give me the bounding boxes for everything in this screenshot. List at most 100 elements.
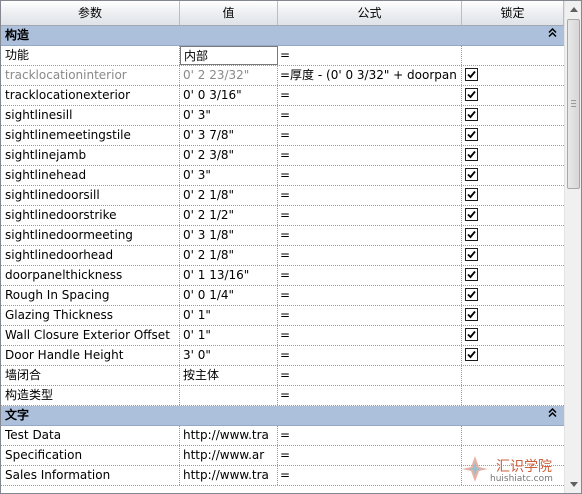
parameter-formula[interactable]: = [278,186,462,205]
parameter-lock-cell[interactable] [462,106,564,125]
parameter-value[interactable]: 0' 0 3/16" [180,86,278,105]
parameter-row[interactable]: sightlinedoorstrike 0' 2 1/2" = [1,206,564,226]
parameter-value[interactable]: http://www.tra [180,426,278,445]
parameter-formula[interactable]: = [278,266,462,285]
parameter-row[interactable]: Test Data http://www.tra = [1,426,564,446]
parameter-lock-cell[interactable] [462,86,564,105]
parameter-formula[interactable]: = [278,286,462,305]
parameter-row[interactable]: 构造类型 = [1,386,564,406]
parameter-formula[interactable]: = [278,226,462,245]
parameter-lock-cell[interactable] [462,146,564,165]
parameter-formula[interactable]: =厚度 - (0' 0 3/32" + doorpan [278,66,462,85]
parameter-value[interactable]: 0' 1" [180,306,278,325]
parameter-row[interactable]: sightlinedoorhead 0' 2 1/8" = [1,246,564,266]
parameter-value[interactable]: 0' 2 1/8" [180,186,278,205]
parameter-value[interactable]: 0' 2 1/2" [180,206,278,225]
parameter-row[interactable]: 墙闭合 按主体 = [1,366,564,386]
parameter-lock-cell[interactable] [462,326,564,345]
parameter-value[interactable]: 内部 [180,46,278,65]
double-chevron-up-icon[interactable] [548,26,557,44]
parameter-lock-cell[interactable] [462,246,564,265]
parameter-formula[interactable]: = [278,386,462,405]
parameter-lock-cell[interactable] [462,126,564,145]
lock-checkbox[interactable] [465,128,478,141]
parameter-lock-cell[interactable] [462,206,564,225]
parameter-value[interactable]: 0' 2 1/8" [180,246,278,265]
column-header-parameter[interactable]: 参数 [1,1,180,25]
parameter-value[interactable]: 0' 3 1/8" [180,226,278,245]
parameter-formula[interactable]: = [278,366,462,385]
vertical-scrollbar[interactable] [564,1,581,493]
parameter-value[interactable]: 0' 3" [180,166,278,185]
lock-checkbox[interactable] [465,148,478,161]
parameter-row[interactable]: Rough In Spacing 0' 0 1/4" = [1,286,564,306]
parameter-lock-cell[interactable] [462,66,564,85]
column-header-formula[interactable]: 公式 [278,1,462,25]
parameter-value[interactable]: 0' 0 1/4" [180,286,278,305]
parameter-formula[interactable]: = [278,146,462,165]
parameter-value[interactable]: 0' 2 23/32" [180,66,278,85]
lock-checkbox[interactable] [465,168,478,181]
parameter-lock-cell[interactable] [462,286,564,305]
parameter-row[interactable]: sightlinedoormeeting 0' 3 1/8" = [1,226,564,246]
parameter-formula[interactable]: = [278,106,462,125]
lock-checkbox[interactable] [465,308,478,321]
column-header-value[interactable]: 值 [180,1,278,25]
parameter-lock-cell[interactable] [462,186,564,205]
parameter-row[interactable]: sightlinemeetingstile 0' 3 7/8" = [1,126,564,146]
parameter-row[interactable]: sightlinedoorsill 0' 2 1/8" = [1,186,564,206]
lock-checkbox[interactable] [465,208,478,221]
parameter-lock-cell[interactable] [462,166,564,185]
lock-checkbox[interactable] [465,268,478,281]
parameter-lock-cell[interactable] [462,306,564,325]
scrollbar-thumb[interactable] [567,19,580,189]
parameter-formula[interactable]: = [278,346,462,365]
parameter-row[interactable]: Glazing Thickness 0' 1" = [1,306,564,326]
parameter-row[interactable]: Door Handle Height 3' 0" = [1,346,564,366]
parameter-value[interactable]: http://www.ar [180,446,278,465]
parameter-value[interactable]: 0' 2 3/8" [180,146,278,165]
parameter-lock-cell[interactable] [462,346,564,365]
parameter-formula[interactable]: = [278,86,462,105]
lock-checkbox[interactable] [465,88,478,101]
parameter-value[interactable]: http://www.tra [180,466,278,485]
parameter-formula[interactable]: = [278,466,462,485]
parameter-lock-cell[interactable] [462,266,564,285]
parameter-value[interactable]: 0' 1 13/16" [180,266,278,285]
parameter-row[interactable]: doorpanelthickness 0' 1 13/16" = [1,266,564,286]
parameter-value[interactable]: 0' 3 7/8" [180,126,278,145]
parameter-value[interactable]: 0' 1" [180,326,278,345]
parameter-row[interactable]: sightlinejamb 0' 2 3/8" = [1,146,564,166]
parameter-value[interactable] [180,386,278,405]
scroll-up-button[interactable] [566,2,581,18]
parameter-value[interactable]: 0' 3" [180,106,278,125]
lock-checkbox[interactable] [465,288,478,301]
parameter-formula[interactable]: = [278,126,462,145]
parameter-value[interactable]: 3' 0" [180,346,278,365]
parameter-formula[interactable]: = [278,326,462,345]
lock-checkbox[interactable] [465,188,478,201]
parameter-formula[interactable]: = [278,206,462,225]
group-header[interactable]: 构造 [1,26,564,46]
double-chevron-up-icon[interactable] [548,406,557,424]
lock-checkbox[interactable] [465,348,478,361]
group-header[interactable]: 文字 [1,406,564,426]
parameter-row[interactable]: sightlinehead 0' 3" = [1,166,564,186]
parameter-lock-cell[interactable] [462,226,564,245]
parameter-formula[interactable]: = [278,166,462,185]
lock-checkbox[interactable] [465,328,478,341]
parameter-formula[interactable]: = [278,246,462,265]
column-header-lock[interactable]: 锁定 [462,1,564,25]
lock-checkbox[interactable] [465,68,478,81]
parameter-row[interactable]: Wall Closure Exterior Offset 0' 1" = [1,326,564,346]
parameter-formula[interactable]: = [278,446,462,465]
parameter-row[interactable]: tracklocationexterior 0' 0 3/16" = [1,86,564,106]
lock-checkbox[interactable] [465,228,478,241]
parameter-row[interactable]: sightlinesill 0' 3" = [1,106,564,126]
lock-checkbox[interactable] [465,248,478,261]
parameter-formula[interactable]: = [278,46,462,65]
parameter-row[interactable]: 功能 内部 = [1,46,564,66]
parameter-row[interactable]: tracklocationinterior 0' 2 23/32" =厚度 - (0… [1,66,564,86]
parameter-formula[interactable]: = [278,306,462,325]
parameter-value[interactable]: 按主体 [180,366,278,385]
